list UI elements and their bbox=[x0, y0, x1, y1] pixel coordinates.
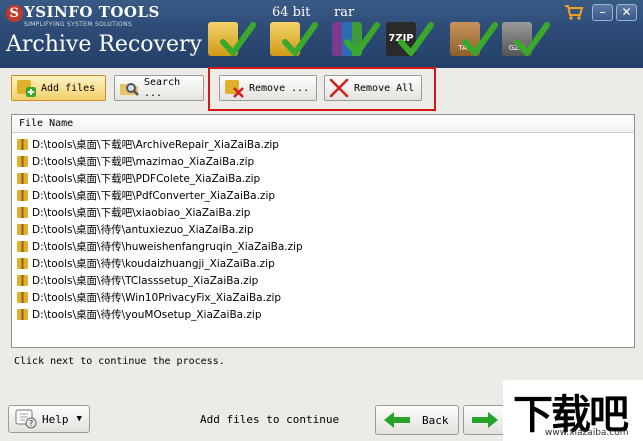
zip64-icon bbox=[268, 16, 318, 62]
arrow-right-icon bbox=[472, 412, 498, 428]
file-path: D:\tools\桌面\下载吧\PdfConverter_XiaZaiBa.zi… bbox=[32, 190, 276, 202]
chevron-down-icon: ▼ bbox=[76, 414, 82, 424]
list-item[interactable]: D:\tools\桌面\待传\koudaizhuangji_XiaZaiBa.z… bbox=[12, 255, 634, 272]
zip-file-icon bbox=[17, 224, 28, 235]
list-item[interactable]: D:\tools\桌面\下载吧\ArchiveRepair_XiaZaiBa.z… bbox=[12, 136, 634, 153]
zip-file-icon bbox=[17, 173, 28, 184]
highlight-box bbox=[208, 67, 436, 111]
search-label: Search ... bbox=[144, 77, 181, 99]
zip-icon bbox=[206, 16, 256, 62]
zip-file-icon bbox=[17, 258, 28, 269]
zip-file-icon bbox=[17, 139, 28, 150]
list-item[interactable]: D:\tools\桌面\待传\huweishenfangruqin_XiaZai… bbox=[12, 238, 634, 255]
list-item[interactable]: D:\tools\桌面\待传\Win10PrivacyFix_XiaZaiBa.… bbox=[12, 289, 634, 306]
cart-icon[interactable] bbox=[564, 4, 584, 21]
list-item[interactable]: D:\tools\桌面\待传\TClasssetup_XiaZaiBa.zip bbox=[12, 272, 634, 289]
brand-tagline: SIMPLIFYING SYSTEM SOLUTIONS bbox=[24, 21, 133, 28]
file-path: D:\tools\桌面\下载吧\xiaobiao_XiaZaiBa.zip bbox=[32, 207, 251, 219]
zip-file-icon bbox=[17, 241, 28, 252]
list-item[interactable]: D:\tools\桌面\待传\antuxiezuo_XiaZaiBa.zip bbox=[12, 221, 634, 238]
watermark: 下载吧 www.xiazaiba.com bbox=[503, 380, 643, 441]
add-files-label: Add files bbox=[41, 82, 96, 94]
watermark-url: www.xiazaiba.com bbox=[545, 428, 629, 438]
back-button[interactable]: Back bbox=[375, 405, 459, 435]
gzip-icon: GZIP bbox=[500, 16, 550, 62]
zip-file-icon bbox=[17, 190, 28, 201]
file-path: D:\tools\桌面\待传\Win10PrivacyFix_XiaZaiBa.… bbox=[32, 292, 282, 304]
zip-file-icon bbox=[17, 207, 28, 218]
help-label: Help bbox=[42, 412, 69, 426]
file-path: D:\tools\桌面\待传\youMOsetup_XiaZaiBa.zip bbox=[32, 309, 262, 321]
file-path: D:\tools\桌面\待传\huweishenfangruqin_XiaZai… bbox=[32, 241, 303, 253]
file-path: D:\tools\桌面\下载吧\mazimao_XiaZaiBa.zip bbox=[32, 156, 255, 168]
file-path: D:\tools\桌面\待传\antuxiezuo_XiaZaiBa.zip bbox=[32, 224, 254, 236]
list-item[interactable]: D:\tools\桌面\下载吧\PdfConverter_XiaZaiBa.zi… bbox=[12, 187, 634, 204]
file-path: D:\tools\桌面\待传\koudaizhuangji_XiaZaiBa.z… bbox=[32, 258, 275, 270]
back-label: Back bbox=[422, 413, 449, 427]
help-icon: ? bbox=[15, 409, 37, 429]
status-text: Click next to continue the process. bbox=[14, 356, 225, 367]
list-item[interactable]: D:\tools\桌面\下载吧\PDFColete_XiaZaiBa.zip bbox=[12, 170, 634, 187]
footer-hint: Add files to continue bbox=[200, 413, 340, 426]
list-item[interactable]: D:\tools\桌面\下载吧\mazimao_XiaZaiBa.zip bbox=[12, 153, 634, 170]
close-button[interactable]: ✕ bbox=[616, 4, 637, 21]
search-button[interactable]: Search ... bbox=[114, 75, 204, 101]
add-files-icon bbox=[15, 78, 37, 98]
file-list[interactable]: File Name D:\tools\桌面\下载吧\ArchiveRepair_… bbox=[11, 114, 635, 348]
header-banner: S YSINFO TOOLS SIMPLIFYING SYSTEM SOLUTIO… bbox=[0, 0, 643, 68]
zip-file-icon bbox=[17, 309, 28, 320]
svg-text:?: ? bbox=[29, 419, 33, 428]
file-path: D:\tools\桌面\待传\TClasssetup_XiaZaiBa.zip bbox=[32, 275, 259, 287]
search-icon bbox=[118, 78, 140, 98]
zip-file-icon bbox=[17, 275, 28, 286]
brand-logo: S YSINFO TOOLS bbox=[6, 3, 160, 22]
file-path: D:\tools\桌面\下载吧\ArchiveRepair_XiaZaiBa.z… bbox=[32, 139, 279, 151]
add-files-button[interactable]: Add files bbox=[11, 75, 106, 101]
zip-file-icon bbox=[17, 156, 28, 167]
help-button[interactable]: ? Help ▼ bbox=[8, 405, 90, 433]
rar-icon bbox=[330, 16, 380, 62]
minimize-button[interactable]: – bbox=[592, 4, 613, 21]
column-header-file-name[interactable]: File Name bbox=[12, 115, 634, 133]
list-item[interactable]: D:\tools\桌面\待传\youMOsetup_XiaZaiBa.zip bbox=[12, 306, 634, 323]
zip-file-icon bbox=[17, 292, 28, 303]
list-item[interactable]: D:\tools\桌面\下载吧\xiaobiao_XiaZaiBa.zip bbox=[12, 204, 634, 221]
file-path: D:\tools\桌面\下载吧\PDFColete_XiaZaiBa.zip bbox=[32, 173, 261, 185]
arrow-left-icon bbox=[384, 412, 410, 428]
7zip-icon: 7ZIP bbox=[384, 16, 434, 62]
app-title: Archive Recovery bbox=[6, 32, 202, 57]
brand-name: YSINFO TOOLS bbox=[24, 3, 160, 21]
tar-icon: TAR bbox=[448, 16, 498, 62]
